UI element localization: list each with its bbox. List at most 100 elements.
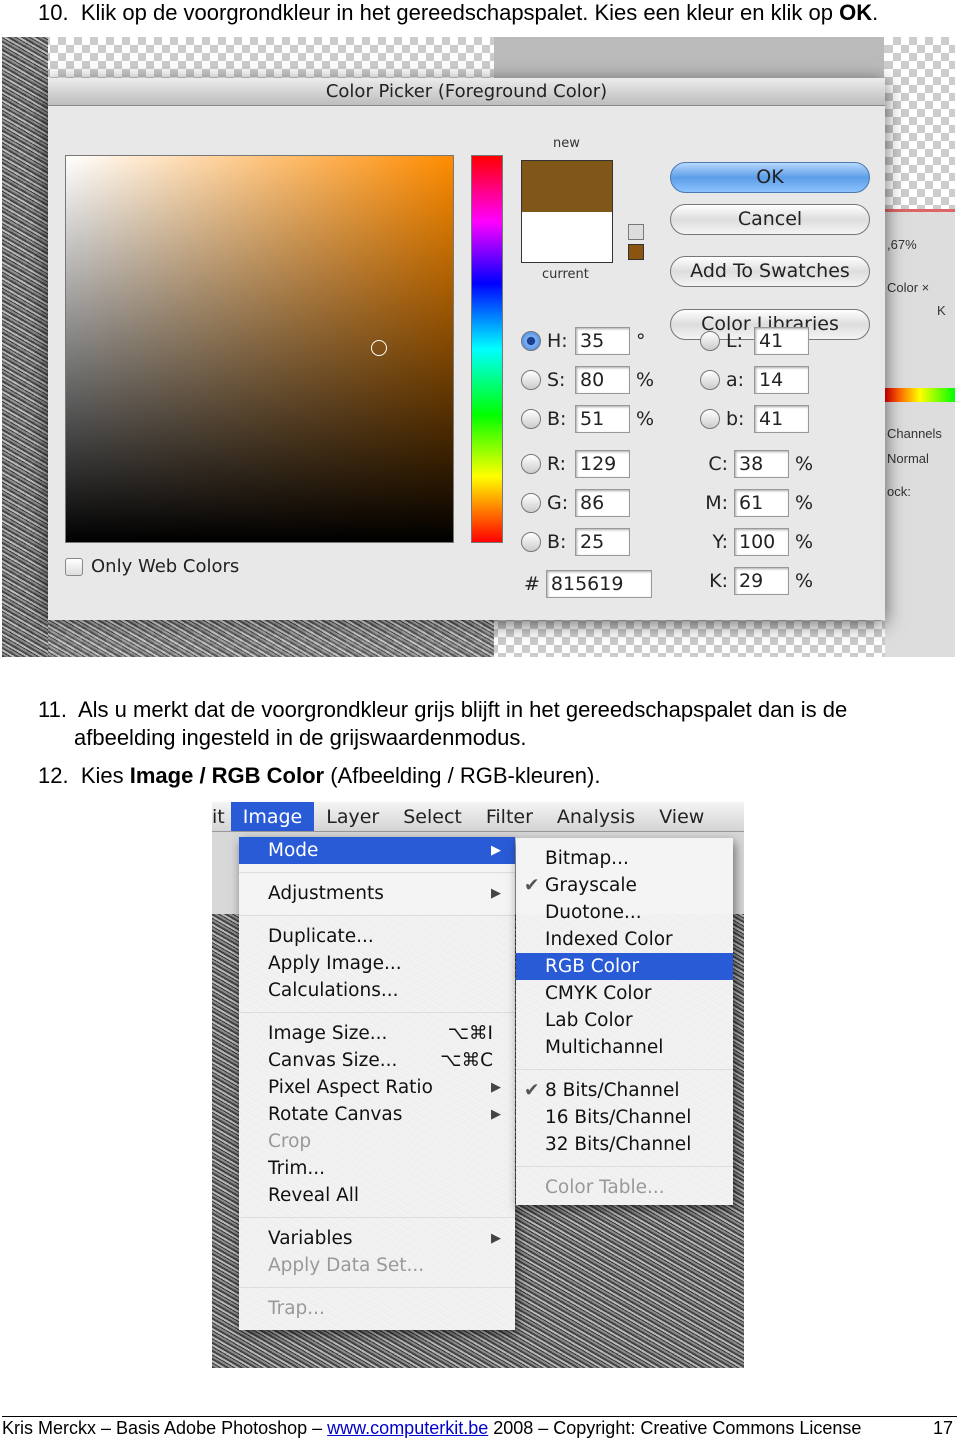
rgb-row: G: 86 [521, 488, 630, 518]
menu-layer[interactable]: Layer [314, 802, 391, 831]
menu-item-lab-color[interactable]: Lab Color [516, 1007, 733, 1034]
menu-item-rgb-color[interactable]: RGB Color [516, 953, 733, 980]
radio-button[interactable] [521, 493, 541, 513]
step-12: 12. Kies Image / RGB Color (Afbeelding /… [38, 763, 601, 788]
mode-submenu: Bitmap... ✔ Grayscale Duotone... Indexed Col… [516, 838, 733, 1205]
menu-item-pixel-aspect-ratio[interactable]: Pixel Aspect Ratio ▶ [239, 1074, 515, 1101]
new-color [522, 161, 612, 212]
unit-label: % [636, 369, 655, 391]
cmyk-row: C: 38% [702, 449, 813, 479]
hsb-input[interactable]: 51 [575, 405, 630, 433]
menu-filter[interactable]: Filter [474, 802, 545, 831]
menu-item-grayscale[interactable]: ✔ Grayscale [516, 872, 733, 899]
menu-item-reveal-all[interactable]: Reveal All [239, 1182, 515, 1209]
menu-separator [516, 1061, 733, 1077]
menu-item-duotone[interactable]: Duotone... [516, 899, 733, 926]
field-label: B: [547, 531, 567, 553]
menu-it[interactable]: it [212, 802, 231, 831]
hsb-input[interactable]: 35 [575, 327, 630, 355]
checkmark-icon: ✔ [524, 875, 540, 896]
unit-label: % [795, 492, 814, 514]
radio-button[interactable] [521, 532, 541, 552]
submenu-arrow-icon: ▶ [491, 843, 501, 858]
menu-item-indexed-color[interactable]: Indexed Color [516, 926, 733, 953]
menu-item-canvas-size[interactable]: Canvas Size... ⌥⌘C [239, 1047, 515, 1074]
footer-link[interactable]: www.computerkit.be [327, 1418, 488, 1438]
menu-select[interactable]: Select [391, 802, 474, 831]
cancel-button[interactable]: Cancel [670, 204, 870, 235]
menu-item-trim[interactable]: Trim... [239, 1155, 515, 1182]
radio-button[interactable] [700, 409, 720, 429]
radio-button[interactable] [700, 331, 720, 351]
color-field[interactable] [65, 155, 454, 543]
app-panel [494, 37, 884, 78]
hex-row: #815619 [524, 569, 652, 599]
step-11: 11. Als u merkt dat de voorgrondkleur gr… [38, 697, 848, 722]
unit-label: % [795, 531, 814, 553]
menu-item-calculations[interactable]: Calculations... [239, 977, 515, 1004]
cmyk-input[interactable]: 29 [734, 567, 789, 595]
rgb-input[interactable]: 129 [575, 450, 630, 478]
footer: Kris Merckx – Basis Adobe Photoshop – ww… [2, 1416, 957, 1439]
lab-input[interactable]: 14 [754, 366, 809, 394]
menu-bar: it Image Layer Select Filter Analysis View [212, 802, 744, 832]
current-color [522, 211, 612, 262]
menu-item-cmyk-color[interactable]: CMYK Color [516, 980, 733, 1007]
menu-item-apply-image[interactable]: Apply Image... [239, 950, 515, 977]
menu-item-8-bits-channel[interactable]: ✔ 8 Bits/Channel [516, 1077, 733, 1104]
rgb-input[interactable]: 86 [575, 489, 630, 517]
menu-item-multichannel[interactable]: Multichannel [516, 1034, 733, 1061]
menu-item-rotate-canvas[interactable]: Rotate Canvas ▶ [239, 1101, 515, 1128]
image-menu: Mode ▶ Adjustments ▶ Duplicate... Apply Image… [239, 837, 515, 1330]
lab-input[interactable]: 41 [754, 327, 809, 355]
cmyk-input[interactable]: 61 [734, 489, 789, 517]
radio-button[interactable] [521, 409, 541, 429]
color-picker-screenshot: ,67% Color × K Channels Normal ock: Colo… [2, 37, 955, 657]
menu-item-mode[interactable]: Mode ▶ [239, 837, 515, 864]
unit-label: % [795, 570, 814, 592]
web-safe-swatch[interactable] [628, 244, 644, 260]
menu-item-image-size[interactable]: Image Size... ⌥⌘I [239, 1020, 515, 1047]
menu-analysis[interactable]: Analysis [545, 802, 647, 831]
hue-slider[interactable] [471, 155, 503, 543]
color-picker-dialog: Color Picker (Foreground Color) new curr… [48, 78, 885, 620]
hex-input[interactable]: 815619 [545, 570, 652, 598]
menu-item-variables[interactable]: Variables ▶ [239, 1225, 515, 1252]
radio-button[interactable] [521, 370, 541, 390]
dialog-title: Color Picker (Foreground Color) [48, 78, 885, 106]
lab-input[interactable]: 41 [754, 405, 809, 433]
cmyk-input[interactable]: 38 [734, 450, 789, 478]
submenu-arrow-icon: ▶ [491, 886, 501, 901]
page-number: 17 [932, 1418, 953, 1438]
radio-button[interactable] [700, 370, 720, 390]
rgb-input[interactable]: 25 [575, 528, 630, 556]
tree-image [2, 37, 48, 657]
menu-item-adjustments[interactable]: Adjustments ▶ [239, 880, 515, 907]
menu-item-16-bits-channel[interactable]: 16 Bits/Channel [516, 1104, 733, 1131]
field-label: C: [708, 453, 728, 475]
field-label: L: [726, 330, 743, 352]
add-to-swatches-button[interactable]: Add To Swatches [670, 256, 870, 287]
shortcut: ⌥⌘C [440, 1050, 493, 1071]
menu-item-duplicate[interactable]: Duplicate... [239, 923, 515, 950]
menu-view[interactable]: View [647, 802, 716, 831]
cmyk-input[interactable]: 100 [734, 528, 789, 556]
only-web-colors-checkbox[interactable]: Only Web Colors [65, 556, 239, 577]
checkbox[interactable] [65, 557, 83, 576]
cube-icon[interactable] [628, 224, 644, 240]
menu-item-32-bits-channel[interactable]: 32 Bits/Channel [516, 1131, 733, 1158]
lab-row: b: 41 [700, 404, 809, 434]
hsb-input[interactable]: 80 [575, 366, 630, 394]
radio-button[interactable] [521, 454, 541, 474]
menu-image[interactable]: Image [230, 802, 315, 831]
radio-button[interactable] [521, 331, 541, 351]
step-11-line2: afbeelding ingesteld in de grijswaardenm… [74, 725, 527, 750]
field-label: R: [547, 453, 567, 475]
field-label: b: [726, 408, 745, 430]
submenu-arrow-icon: ▶ [491, 1080, 501, 1095]
tree-image-bottom [48, 620, 494, 657]
menu-item-bitmap[interactable]: Bitmap... [516, 845, 733, 872]
ok-button[interactable]: OK [670, 162, 870, 193]
color-marker[interactable] [371, 340, 387, 356]
menu-separator [239, 1004, 515, 1020]
